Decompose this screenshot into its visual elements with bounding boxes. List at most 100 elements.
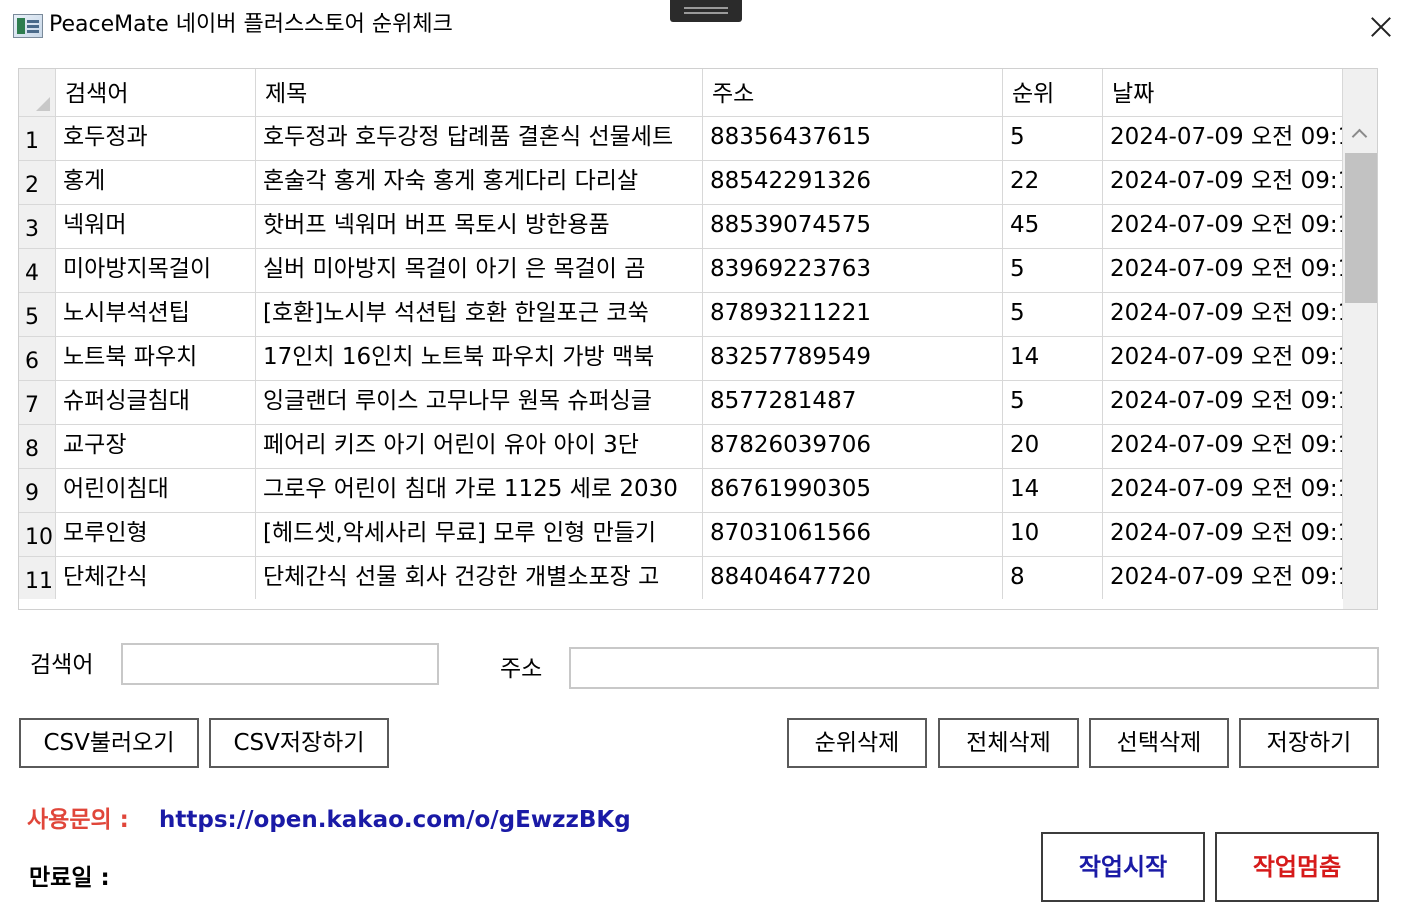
column-header-title[interactable]: 제목 (256, 69, 703, 117)
cell-title[interactable]: [호환]노시부 석션팁 호환 한일포근 코쑥 (256, 293, 703, 337)
row-header[interactable]: 4 (19, 249, 56, 293)
row-header[interactable]: 9 (19, 469, 56, 513)
cell-address[interactable]: 87893211221 (703, 293, 1003, 337)
cell-rank[interactable]: 5 (1003, 117, 1103, 161)
cell-keyword[interactable]: 미아방지목걸이 (56, 249, 256, 293)
cell-rank[interactable]: 5 (1003, 249, 1103, 293)
cell-keyword[interactable]: 단체간식 (56, 557, 256, 599)
cell-title[interactable]: 17인치 16인치 노트북 파우치 가방 맥북 (256, 337, 703, 381)
table-row[interactable]: 10 모루인형 [헤드셋,악세사리 무료] 모루 인형 만들기 87031061566… (19, 513, 1343, 557)
table-row[interactable]: 3 넥워머 핫버프 넥워머 버프 목토시 방한용품 88539074575 45 2024… (19, 205, 1343, 249)
title-bar[interactable]: PeaceMate 네이버 플러스스토어 순위체크 (0, 0, 1414, 54)
cell-date[interactable]: 2024-07-09 오전 09:1 (1103, 469, 1343, 513)
cell-keyword[interactable]: 호두정과 (56, 117, 256, 161)
cell-title[interactable]: 단체간식 선물 회사 건강한 개별소포장 고 (256, 557, 703, 599)
column-header-rank[interactable]: 순위 (1003, 69, 1103, 117)
delete-selected-button[interactable]: 선택삭제 (1089, 718, 1229, 768)
scroll-up-icon[interactable] (1343, 117, 1377, 151)
table-row[interactable]: 8 교구장 페어리 키즈 아기 어린이 유아 아이 3단 87826039706 20 2… (19, 425, 1343, 469)
cell-rank[interactable]: 5 (1003, 381, 1103, 425)
cell-keyword[interactable]: 어린이침대 (56, 469, 256, 513)
cell-address[interactable]: 8577281487 (703, 381, 1003, 425)
row-header[interactable]: 7 (19, 381, 56, 425)
cell-rank[interactable]: 5 (1003, 293, 1103, 337)
row-header[interactable]: 3 (19, 205, 56, 249)
csv-save-button[interactable]: CSV저장하기 (209, 718, 389, 768)
row-header[interactable]: 1 (19, 117, 56, 161)
delete-rank-button[interactable]: 순위삭제 (787, 718, 927, 768)
row-header[interactable]: 10 (19, 513, 56, 557)
cell-keyword[interactable]: 슈퍼싱글침대 (56, 381, 256, 425)
column-header-keyword[interactable]: 검색어 (56, 69, 256, 117)
cell-rank[interactable]: 14 (1003, 337, 1103, 381)
table-row[interactable]: 4 미아방지목걸이 실버 미아방지 목걸이 아기 은 목걸이 곰 8396922376… (19, 249, 1343, 293)
close-icon[interactable] (1360, 8, 1402, 44)
save-button[interactable]: 저장하기 (1239, 718, 1379, 768)
cell-rank[interactable]: 14 (1003, 469, 1103, 513)
cell-keyword[interactable]: 노시부석션팁 (56, 293, 256, 337)
cell-date[interactable]: 2024-07-09 오전 09:1 (1103, 249, 1343, 293)
cell-address[interactable]: 88404647720 (703, 557, 1003, 599)
cell-date[interactable]: 2024-07-09 오전 09:1 (1103, 425, 1343, 469)
cell-rank[interactable]: 22 (1003, 161, 1103, 205)
table-row[interactable]: 6 노트북 파우치 17인치 16인치 노트북 파우치 가방 맥북 832577895… (19, 337, 1343, 381)
drag-handle[interactable] (670, 0, 742, 22)
cell-title[interactable]: 잉글랜더 루이스 고무나무 원목 슈퍼싱글 (256, 381, 703, 425)
cell-title[interactable]: 혼술각 홍게 자숙 홍게 홍게다리 다리살 (256, 161, 703, 205)
cell-date[interactable]: 2024-07-09 오전 09:1 (1103, 161, 1343, 205)
cell-rank[interactable]: 8 (1003, 557, 1103, 599)
cell-date[interactable]: 2024-07-09 오전 09:1 (1103, 557, 1343, 599)
scroll-thumb[interactable] (1345, 153, 1377, 303)
cell-address[interactable]: 86761990305 (703, 469, 1003, 513)
cell-title[interactable]: 핫버프 넥워머 버프 목토시 방한용품 (256, 205, 703, 249)
cell-rank[interactable]: 20 (1003, 425, 1103, 469)
cell-address[interactable]: 88356437615 (703, 117, 1003, 161)
stop-job-button[interactable]: 작업멈춤 (1215, 832, 1379, 902)
cell-address[interactable]: 88539074575 (703, 205, 1003, 249)
cell-keyword[interactable]: 노트북 파우치 (56, 337, 256, 381)
cell-address[interactable]: 83257789549 (703, 337, 1003, 381)
cell-keyword[interactable]: 홍게 (56, 161, 256, 205)
cell-rank[interactable]: 45 (1003, 205, 1103, 249)
table-row[interactable]: 2 홍게 혼술각 홍게 자숙 홍게 홍게다리 다리살 88542291326 22 202… (19, 161, 1343, 205)
cell-keyword[interactable]: 넥워머 (56, 205, 256, 249)
cell-date[interactable]: 2024-07-09 오전 09:1 (1103, 513, 1343, 557)
select-all-corner[interactable] (19, 69, 56, 117)
table-row[interactable]: 9 어린이침대 그로우 어린이 침대 가로 1125 세로 2030 86761990… (19, 469, 1343, 513)
cell-keyword[interactable]: 모루인형 (56, 513, 256, 557)
cell-date[interactable]: 2024-07-09 오전 09:1 (1103, 117, 1343, 161)
table-row[interactable]: 5 노시부석션팁 [호환]노시부 석션팁 호환 한일포근 코쑥 87893211221… (19, 293, 1343, 337)
column-header-date[interactable]: 날짜 (1103, 69, 1343, 117)
row-header[interactable]: 5 (19, 293, 56, 337)
cell-title[interactable]: 페어리 키즈 아기 어린이 유아 아이 3단 (256, 425, 703, 469)
cell-title[interactable]: 실버 미아방지 목걸이 아기 은 목걸이 곰 (256, 249, 703, 293)
cell-address[interactable]: 88542291326 (703, 161, 1003, 205)
table-row[interactable]: 1 호두정과 호두정과 호두강정 답례품 결혼식 선물세트 88356437615 5 2… (19, 117, 1343, 161)
cell-title[interactable]: [헤드셋,악세사리 무료] 모루 인형 만들기 (256, 513, 703, 557)
row-header[interactable]: 2 (19, 161, 56, 205)
column-header-address[interactable]: 주소 (703, 69, 1003, 117)
csv-load-button[interactable]: CSV불러오기 (19, 718, 199, 768)
cell-date[interactable]: 2024-07-09 오전 09:1 (1103, 337, 1343, 381)
cell-date[interactable]: 2024-07-09 오전 09:1 (1103, 205, 1343, 249)
table-row[interactable]: 11 단체간식 단체간식 선물 회사 건강한 개별소포장 고 88404647720 8… (19, 557, 1343, 599)
row-header[interactable]: 11 (19, 557, 56, 599)
delete-all-button[interactable]: 전체삭제 (938, 718, 1079, 768)
cell-address[interactable]: 83969223763 (703, 249, 1003, 293)
start-job-button[interactable]: 작업시작 (1041, 832, 1205, 902)
address-input[interactable] (569, 647, 1379, 689)
table-row[interactable]: 7 슈퍼싱글침대 잉글랜더 루이스 고무나무 원목 슈퍼싱글 8577281487 5 2… (19, 381, 1343, 425)
row-header[interactable]: 6 (19, 337, 56, 381)
cell-date[interactable]: 2024-07-09 오전 09:1 (1103, 293, 1343, 337)
vertical-scrollbar[interactable] (1343, 69, 1377, 609)
rank-data-grid[interactable]: 검색어 제목 주소 순위 날짜 1 호두정과 호두정과 호두강정 답례품 결혼식 선… (18, 68, 1378, 610)
cell-address[interactable]: 87031061566 (703, 513, 1003, 557)
cell-date[interactable]: 2024-07-09 오전 09:1 (1103, 381, 1343, 425)
cell-title[interactable]: 그로우 어린이 침대 가로 1125 세로 2030 (256, 469, 703, 513)
cell-keyword[interactable]: 교구장 (56, 425, 256, 469)
cell-address[interactable]: 87826039706 (703, 425, 1003, 469)
cell-title[interactable]: 호두정과 호두강정 답례품 결혼식 선물세트 (256, 117, 703, 161)
row-header[interactable]: 8 (19, 425, 56, 469)
keyword-input[interactable] (121, 643, 439, 685)
contact-link[interactable]: https://open.kakao.com/o/gEwzzBKg (159, 804, 631, 836)
